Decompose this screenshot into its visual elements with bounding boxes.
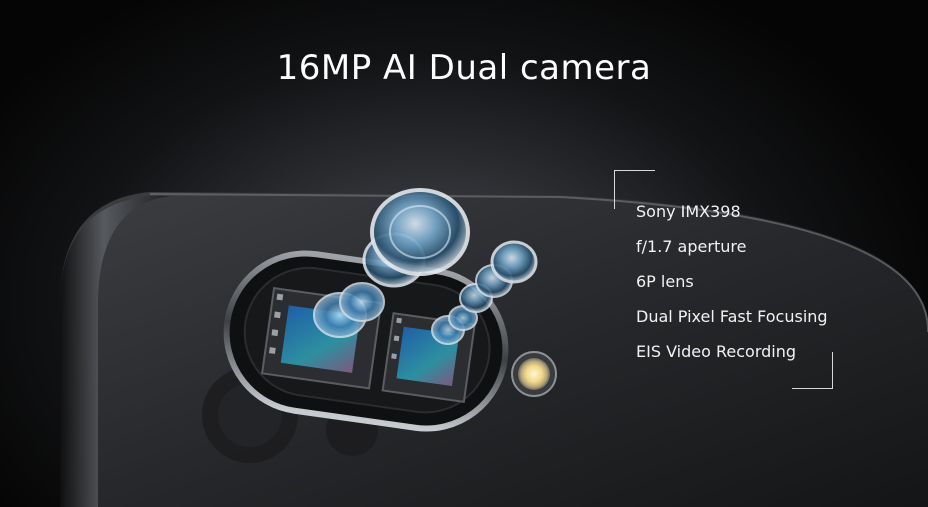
spec-item-lens: 6P lens: [636, 272, 694, 291]
spec-list: Sony IMX398 f/1.7 aperture 6P lens Dual …: [636, 194, 828, 369]
spec-callout: Sony IMX398 f/1.7 aperture 6P lens Dual …: [614, 170, 834, 390]
flash-led: [511, 351, 557, 397]
bracket-bottom-right: [792, 352, 833, 389]
spec-item-aperture: f/1.7 aperture: [636, 237, 747, 256]
spec-item-sensor: Sony IMX398: [636, 202, 741, 221]
spec-item-focusing: Dual Pixel Fast Focusing: [636, 307, 828, 326]
presentation-slide: 16MP AI Dual camera Sony IMX398 f/1.7 ap…: [0, 0, 928, 507]
slide-title: 16MP AI Dual camera: [276, 48, 652, 88]
